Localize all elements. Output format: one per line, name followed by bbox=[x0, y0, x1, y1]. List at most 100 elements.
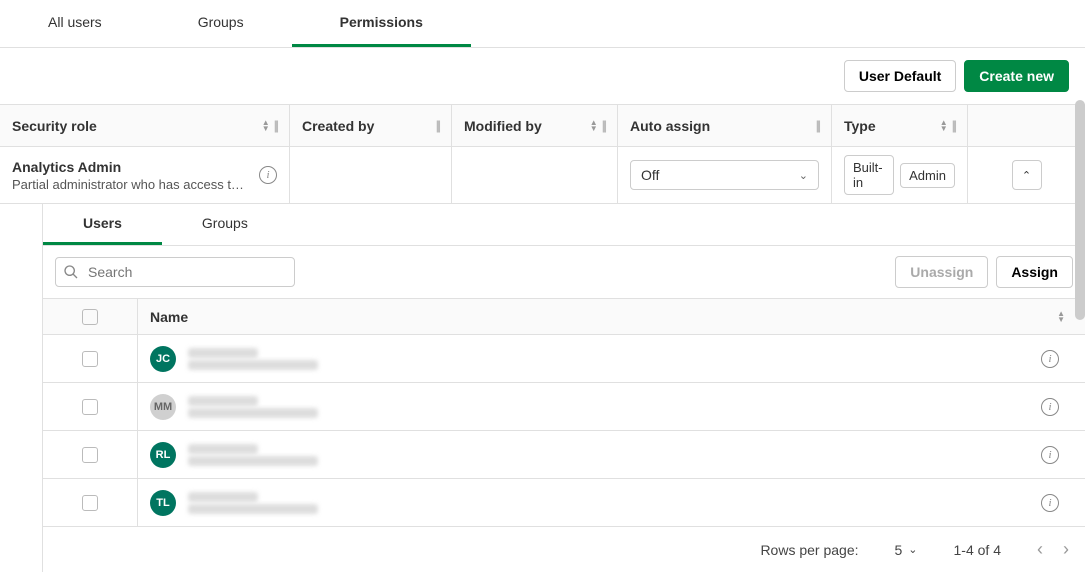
tab-groups[interactable]: Groups bbox=[150, 0, 292, 47]
table-row[interactable]: MM i bbox=[43, 383, 1085, 431]
search-icon bbox=[63, 264, 79, 280]
user-default-button[interactable]: User Default bbox=[844, 60, 956, 92]
tab-permissions[interactable]: Permissions bbox=[292, 0, 471, 47]
users-table-header: Name ▲▼ bbox=[43, 299, 1085, 335]
info-icon[interactable]: i bbox=[1041, 446, 1059, 464]
col-security-role-label: Security role bbox=[12, 118, 97, 134]
chevron-up-icon: ⌃ bbox=[1022, 169, 1031, 182]
col-created-by[interactable]: Created by || bbox=[290, 105, 452, 146]
row-checkbox-cell bbox=[43, 479, 138, 526]
sub-tab-users[interactable]: Users bbox=[43, 204, 162, 245]
role-security-cell: Analytics Admin Partial administrator wh… bbox=[0, 147, 290, 203]
role-modified-by-cell bbox=[452, 147, 618, 203]
table-row[interactable]: JC i bbox=[43, 335, 1085, 383]
search-input[interactable] bbox=[55, 257, 295, 287]
role-description: Partial administrator who has access t… bbox=[12, 177, 244, 192]
role-type-cell: Built-in Admin bbox=[832, 147, 968, 203]
row-checkbox-cell bbox=[43, 383, 138, 430]
drag-handle-icon[interactable]: || bbox=[952, 118, 955, 133]
table-row[interactable]: RL i bbox=[43, 431, 1085, 479]
user-email-blurred bbox=[188, 456, 318, 466]
column-headers: Security role ▲▼ || Created by || Modifi… bbox=[0, 105, 1085, 147]
drag-handle-icon[interactable]: || bbox=[436, 118, 439, 133]
col-actions bbox=[968, 105, 1085, 146]
drag-handle-icon[interactable]: || bbox=[602, 118, 605, 133]
prev-page-button[interactable]: ‹ bbox=[1037, 539, 1043, 560]
user-email-blurred bbox=[188, 504, 318, 514]
info-icon[interactable]: i bbox=[1041, 494, 1059, 512]
chevron-down-icon: ⌄ bbox=[799, 169, 808, 182]
search-wrapper bbox=[55, 257, 295, 287]
user-text bbox=[188, 348, 318, 370]
row-checkbox-cell bbox=[43, 335, 138, 382]
unassign-button[interactable]: Unassign bbox=[895, 256, 988, 288]
avatar: TL bbox=[150, 490, 176, 516]
role-auto-assign-cell: Off ⌄ bbox=[618, 147, 832, 203]
chevron-down-icon: ⌄ bbox=[908, 543, 917, 556]
col-modified-by[interactable]: Modified by ▲▼ || bbox=[452, 105, 618, 146]
collapse-button[interactable]: ⌃ bbox=[1012, 160, 1042, 190]
select-all-checkbox[interactable] bbox=[82, 309, 98, 325]
sort-icon: ▲▼ bbox=[590, 120, 598, 132]
row-name-cell: RL i bbox=[138, 442, 1085, 468]
col-auto-assign-label: Auto assign bbox=[630, 118, 710, 134]
col-auto-assign[interactable]: Auto assign || bbox=[618, 105, 832, 146]
pagination-range: 1-4 of 4 bbox=[954, 542, 1001, 558]
avatar: JC bbox=[150, 346, 176, 372]
avatar: RL bbox=[150, 442, 176, 468]
header-checkbox-cell bbox=[43, 299, 138, 334]
row-checkbox[interactable] bbox=[82, 447, 98, 463]
header-name-cell[interactable]: Name ▲▼ bbox=[138, 309, 1085, 325]
drag-handle-icon[interactable]: || bbox=[816, 118, 819, 133]
type-chip-admin: Admin bbox=[900, 163, 955, 188]
info-icon[interactable]: i bbox=[1041, 350, 1059, 368]
col-type-label: Type bbox=[844, 118, 876, 134]
role-collapse-cell: ⌃ bbox=[968, 147, 1085, 203]
sub-panel: Users Groups Unassign Assign Name ▲▼ JC i… bbox=[42, 204, 1085, 572]
sub-toolbar: Unassign Assign bbox=[43, 246, 1085, 299]
user-text bbox=[188, 492, 318, 514]
create-new-button[interactable]: Create new bbox=[964, 60, 1069, 92]
sub-tabs: Users Groups bbox=[43, 204, 1085, 246]
row-name-cell: JC i bbox=[138, 346, 1085, 372]
user-name-blurred bbox=[188, 492, 258, 502]
pagination-nav: ‹ › bbox=[1037, 539, 1069, 560]
col-type[interactable]: Type ▲▼ || bbox=[832, 105, 968, 146]
sort-icon: ▲▼ bbox=[262, 120, 270, 132]
user-text bbox=[188, 444, 318, 466]
user-name-blurred bbox=[188, 444, 258, 454]
user-text bbox=[188, 396, 318, 418]
row-checkbox[interactable] bbox=[82, 495, 98, 511]
tab-all-users[interactable]: All users bbox=[0, 0, 150, 47]
row-checkbox[interactable] bbox=[82, 351, 98, 367]
rows-per-page-value: 5 bbox=[895, 542, 903, 558]
row-checkbox-cell bbox=[43, 431, 138, 478]
user-email-blurred bbox=[188, 408, 318, 418]
role-created-by-cell bbox=[290, 147, 452, 203]
row-checkbox[interactable] bbox=[82, 399, 98, 415]
col-modified-by-label: Modified by bbox=[464, 118, 542, 134]
user-email-blurred bbox=[188, 360, 318, 370]
auto-assign-select[interactable]: Off ⌄ bbox=[630, 160, 819, 190]
assign-button[interactable]: Assign bbox=[996, 256, 1073, 288]
drag-handle-icon[interactable]: || bbox=[274, 118, 277, 133]
col-created-by-label: Created by bbox=[302, 118, 374, 134]
role-name: Analytics Admin bbox=[12, 159, 244, 175]
row-name-cell: TL i bbox=[138, 490, 1085, 516]
role-row: Analytics Admin Partial administrator wh… bbox=[0, 147, 1085, 204]
pagination: Rows per page: 5 ⌄ 1-4 of 4 ‹ › bbox=[43, 527, 1085, 572]
info-icon[interactable]: i bbox=[1041, 398, 1059, 416]
auto-assign-value: Off bbox=[641, 167, 659, 183]
user-name-blurred bbox=[188, 348, 258, 358]
next-page-button[interactable]: › bbox=[1063, 539, 1069, 560]
col-security-role[interactable]: Security role ▲▼ || bbox=[0, 105, 290, 146]
info-icon[interactable]: i bbox=[259, 166, 277, 184]
user-name-blurred bbox=[188, 396, 258, 406]
row-name-cell: MM i bbox=[138, 394, 1085, 420]
sub-tab-groups[interactable]: Groups bbox=[162, 204, 288, 245]
table-row[interactable]: TL i bbox=[43, 479, 1085, 527]
header-name-label: Name bbox=[150, 309, 188, 325]
scrollbar[interactable] bbox=[1075, 100, 1085, 320]
avatar: MM bbox=[150, 394, 176, 420]
rows-per-page-select[interactable]: 5 ⌄ bbox=[895, 542, 918, 558]
